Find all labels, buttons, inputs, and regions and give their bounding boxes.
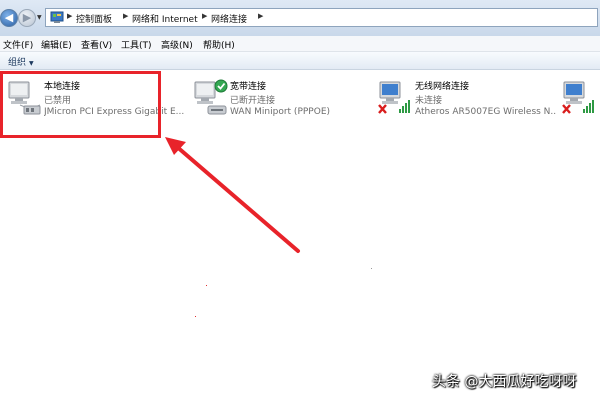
breadcrumb-separator-icon[interactable]: ▶ <box>67 12 72 20</box>
forward-button[interactable]: ▶ <box>18 9 36 27</box>
connection-status: 未连接 <box>415 96 443 106</box>
command-bar: 组织 ▼ <box>0 52 600 70</box>
organize-button[interactable]: 组织 ▼ <box>8 55 34 68</box>
breadcrumb-separator-icon[interactable]: ▶ <box>202 12 207 20</box>
gray-speck <box>371 268 372 269</box>
breadcrumb-control-panel[interactable]: 控制面板 <box>76 12 112 25</box>
highlight-box <box>0 71 161 138</box>
control-panel-icon <box>50 11 64 23</box>
red-speck <box>195 316 196 317</box>
connection-name: 无线网络连接 <box>415 82 470 92</box>
connection-status: 已断开连接 <box>230 96 276 106</box>
menu-tools[interactable]: 工具(T) <box>121 38 152 51</box>
breadcrumb-separator-icon[interactable]: ▶ <box>123 12 128 20</box>
connection-wireless-2[interactable] <box>561 78 600 120</box>
back-button[interactable]: ◀ <box>0 9 18 27</box>
menu-file[interactable]: 文件(F) <box>3 38 33 51</box>
organize-label: 组织 <box>8 58 27 68</box>
breadcrumb[interactable]: ▶ 控制面板 ▶ 网络和 Internet ▶ 网络连接 ▶ <box>45 8 598 27</box>
wireless-network-icon <box>378 81 410 114</box>
recent-pages-dropdown[interactable]: ▼ <box>37 15 43 21</box>
broadband-connection-icon <box>194 79 228 115</box>
watermark: 头条 @大西瓜好吃呀呀 <box>432 374 577 390</box>
menu-bar: 文件(F) 编辑(E) 查看(V) 工具(T) 高级(N) 帮助(H) <box>0 36 600 52</box>
menu-advanced[interactable]: 高级(N) <box>161 38 193 51</box>
address-bar: ◀ ▶ ▼ ▶ 控制面板 ▶ 网络和 Internet ▶ 网络连接 ▶ <box>0 0 600 37</box>
wireless-network-icon <box>562 81 594 114</box>
connection-broadband[interactable]: 宽带连接 已断开连接 WAN Miniport (PPPOE) <box>192 78 372 120</box>
dropdown-arrow-icon: ▼ <box>29 60 34 67</box>
menu-view[interactable]: 查看(V) <box>81 38 112 51</box>
red-speck <box>206 285 207 286</box>
breadcrumb-separator-icon[interactable]: ▶ <box>258 12 263 20</box>
arrow-shaft <box>174 144 300 253</box>
forward-arrow-icon: ▶ <box>22 11 32 24</box>
breadcrumb-network-internet[interactable]: 网络和 Internet <box>132 12 198 25</box>
connection-name: 宽带连接 <box>230 82 267 92</box>
connection-wireless[interactable]: 无线网络连接 未连接 Atheros AR5007EG Wireless N..… <box>377 78 557 120</box>
connection-device: Atheros AR5007EG Wireless N... <box>415 107 557 117</box>
arrow-head-icon <box>165 137 186 155</box>
connection-device: WAN Miniport (PPPOE) <box>230 107 331 117</box>
back-arrow-icon: ◀ <box>4 11 14 24</box>
breadcrumb-network-connections[interactable]: 网络连接 <box>211 12 247 25</box>
menu-edit[interactable]: 编辑(E) <box>41 38 72 51</box>
menu-help[interactable]: 帮助(H) <box>203 38 235 51</box>
